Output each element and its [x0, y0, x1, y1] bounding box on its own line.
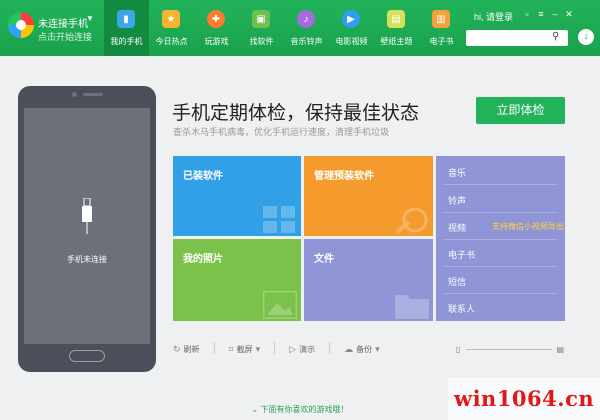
nav-wallpaper[interactable]: ▤ 壁纸主题	[374, 0, 419, 56]
nav-ebook[interactable]: ▥ 电子书	[419, 0, 464, 56]
video-export-note[interactable]: 支持微信小视频导出	[492, 221, 564, 232]
photo-icon	[263, 291, 297, 319]
side-item-music[interactable]: 音乐	[448, 166, 466, 179]
tile-preinstalled[interactable]: 管理预装软件	[304, 156, 433, 236]
nav-music[interactable]: ♪ 音乐铃声	[284, 0, 329, 56]
nav-label: 电子书	[429, 37, 454, 46]
tile-label: 管理预装软件	[314, 171, 374, 182]
chevron-down-icon[interactable]: ▾	[256, 344, 261, 355]
connection-title[interactable]: 未连接手机	[38, 15, 88, 30]
games-hint-text: 下面有你喜欢的游戏哦！	[260, 405, 349, 414]
tile-label: 文件	[314, 254, 334, 265]
apps-grid-icon	[263, 206, 295, 233]
tile-installed-apps[interactable]: 已装软件	[173, 156, 301, 236]
nav-my-phone[interactable]: ▮ 我的手机	[104, 0, 149, 56]
tile-label: 我的照片	[183, 254, 223, 265]
refresh-icon: ↻	[173, 343, 181, 354]
side-item-sms[interactable]: 短信	[448, 275, 466, 288]
sd-card-icon: ▤	[556, 345, 564, 354]
phone-screen: 手机未连接	[24, 108, 150, 344]
slider-track[interactable]	[466, 349, 552, 350]
tile-label: 已装软件	[183, 171, 223, 182]
divider	[444, 266, 557, 267]
refresh-button[interactable]: ↻ 刷新	[173, 342, 200, 356]
backup-button[interactable]: ☁ 备份 ▾	[344, 342, 380, 356]
android-icon: ▣	[252, 10, 270, 28]
top-header: 未连接手机 ▼ 点击开始连接 ▮ 我的手机 ★ 今日热点 ✚ 玩游戏 ▣ 找软件…	[0, 0, 600, 56]
phone-status-label[interactable]: 手机未连接	[24, 254, 150, 265]
divider	[444, 184, 557, 185]
divider	[213, 342, 215, 354]
download-icon[interactable]: ↓	[578, 29, 594, 45]
wallpaper-icon: ▤	[387, 10, 405, 28]
bottom-toolbar: ↻ 刷新 ⌗ 截屏 ▾ ▷ 演示 ☁ 备份 ▾	[173, 342, 380, 356]
minimize-icon[interactable]: –	[550, 10, 560, 19]
nav-label: 我的手机	[110, 37, 143, 46]
storage-slider[interactable]: ▯ ▤	[456, 345, 568, 355]
close-icon[interactable]: ✕	[564, 10, 574, 19]
game-icon: ✚	[207, 10, 225, 28]
tile-my-photos[interactable]: 我的照片	[173, 239, 301, 321]
phone-mockup: 手机未连接	[18, 86, 156, 372]
phone-icon: ▮	[117, 10, 135, 28]
login-link[interactable]: hi, 请登录	[474, 10, 513, 23]
nav-video[interactable]: ▶ 电影视频	[329, 0, 374, 56]
nav-label: 找软件	[249, 37, 274, 46]
folder-icon	[395, 295, 429, 319]
divider	[274, 342, 276, 354]
connection-subtitle[interactable]: 点击开始连接	[38, 30, 92, 43]
nav-label: 今日热点	[155, 37, 188, 46]
nav-label: 电影视频	[335, 37, 368, 46]
video-play-icon: ▶	[342, 10, 360, 28]
search-icon[interactable]: ⚲	[552, 31, 559, 42]
divider	[444, 212, 557, 213]
cloud-icon: ☁	[344, 343, 354, 354]
usb-icon	[82, 198, 92, 234]
present-icon: ▷	[289, 343, 297, 354]
app-logo	[8, 12, 34, 38]
screenshot-label: 截屏	[236, 344, 253, 354]
backup-label: 备份	[356, 344, 373, 354]
nav-label: 音乐铃声	[290, 37, 323, 46]
side-item-ringtone[interactable]: 铃声	[448, 194, 466, 207]
page-title: 手机定期体检，保持最佳状态	[172, 103, 420, 124]
present-button[interactable]: ▷ 演示	[289, 342, 315, 356]
crop-icon: ⌗	[228, 343, 234, 354]
checkup-button[interactable]: 立即体检	[476, 97, 565, 124]
nav-software[interactable]: ▣ 找软件	[239, 0, 284, 56]
site-watermark: win1064.cn	[448, 378, 600, 420]
menu-icon[interactable]: ≡	[536, 10, 546, 19]
page-subtitle: 查杀木马手机病毒，优化手机运行速度，清理手机垃圾	[173, 127, 390, 137]
nav-games[interactable]: ✚ 玩游戏	[194, 0, 239, 56]
phone-sensors	[18, 92, 156, 97]
screenshot-button[interactable]: ⌗ 截屏 ▾	[229, 342, 261, 356]
hot-news-icon: ★	[162, 10, 180, 28]
nav-hot-news[interactable]: ★ 今日热点	[149, 0, 194, 56]
nav-label: 壁纸主题	[380, 37, 413, 46]
side-item-video[interactable]: 视频	[448, 221, 466, 234]
message-icon[interactable]: ▫	[522, 10, 532, 19]
present-label: 演示	[299, 344, 316, 354]
main-nav: ▮ 我的手机 ★ 今日热点 ✚ 玩游戏 ▣ 找软件 ♪ 音乐铃声 ▶ 电影视频 …	[104, 0, 464, 56]
divider	[444, 293, 557, 294]
ebook-icon: ▥	[432, 10, 450, 28]
chevron-down-icon[interactable]: ▾	[375, 344, 380, 355]
divider	[329, 342, 331, 354]
chevron-down-icon[interactable]: ▼	[86, 14, 94, 23]
side-item-ebook[interactable]: 电子书	[448, 248, 475, 261]
media-list-panel: 音乐 铃声 视频 支持微信小视频导出 电子书 短信 联系人	[436, 156, 565, 321]
phone-home-button	[69, 350, 105, 362]
phone-small-icon: ▯	[456, 345, 461, 354]
music-icon: ♪	[297, 10, 315, 28]
refresh-label: 刷新	[183, 344, 200, 354]
side-item-contacts[interactable]: 联系人	[448, 302, 475, 315]
divider	[444, 239, 557, 240]
nav-label: 玩游戏	[204, 37, 229, 46]
wrench-icon	[395, 207, 428, 234]
tile-files[interactable]: 文件	[304, 239, 433, 321]
